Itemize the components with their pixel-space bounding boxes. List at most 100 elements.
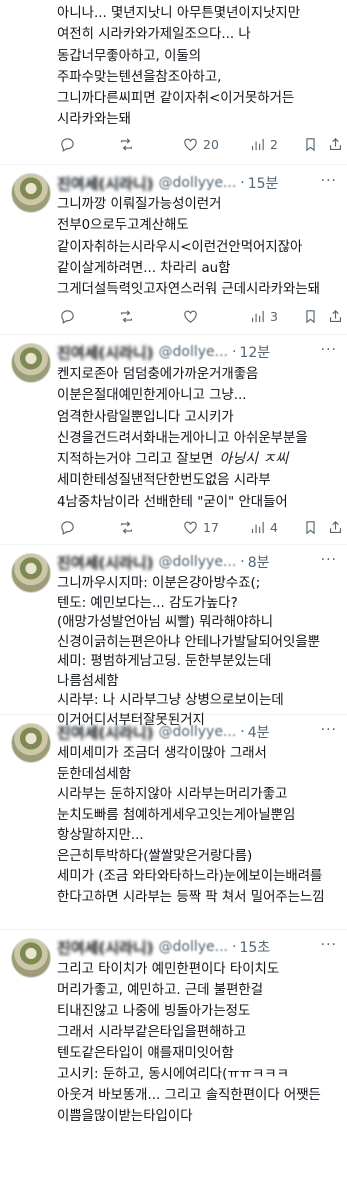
tweet-line: 엄격한사람일뿐입니다 고시키가 bbox=[57, 409, 234, 425]
tweet-line: 둔한데섬세함 bbox=[57, 766, 131, 782]
more-options-icon[interactable]: ··· bbox=[321, 937, 337, 953]
reply-button[interactable] bbox=[59, 308, 76, 325]
like-button[interactable]: 20 bbox=[182, 136, 219, 153]
tweet-5[interactable]: 진여세(시라니) @dollye... · 15초 ··· 그리고 타이치가 예… bbox=[0, 930, 347, 1200]
more-options-icon[interactable]: ··· bbox=[321, 342, 337, 358]
retweet-icon bbox=[120, 520, 133, 534]
bookmark-button[interactable] bbox=[302, 519, 319, 536]
tweet-line: 그니까다른씨피면 같이자취<이거못하거든 bbox=[57, 91, 295, 107]
tweet-line: 켄지로존아 덤덤충에가까운거개좋음 bbox=[57, 367, 259, 382]
tweet-line: 지적하는거야 그리고 잘보면 bbox=[57, 452, 214, 468]
avatar[interactable] bbox=[11, 723, 51, 763]
views-button[interactable]: 2 bbox=[249, 136, 278, 153]
avatar[interactable] bbox=[11, 173, 51, 213]
share-icon bbox=[329, 137, 342, 150]
like-count: 20 bbox=[203, 136, 219, 152]
reply-button[interactable] bbox=[59, 519, 76, 536]
timestamp[interactable]: 15초 bbox=[239, 937, 270, 957]
share-button[interactable] bbox=[327, 308, 344, 325]
timestamp[interactable]: 8분 bbox=[248, 552, 270, 572]
author-name[interactable]: 진여세(시라니) bbox=[57, 722, 154, 743]
reply-icon bbox=[61, 520, 74, 535]
tweet-3[interactable]: 진여세(시라니) @dollyye... · 8분 ··· 그니까우시지마: 이… bbox=[0, 545, 347, 728]
reply-icon bbox=[61, 309, 74, 324]
tweet-line: 세미세미가 조금더 생각이많아 그래서 bbox=[57, 746, 267, 761]
tweet-text: 그리고 타이치가 예민한편이다 타이치도 머리가좋고, 예민하고. 근데 불편한… bbox=[57, 959, 341, 1127]
heart-icon bbox=[184, 310, 197, 323]
bookmark-button[interactable] bbox=[302, 308, 319, 325]
tweet-line: 눈치도빠름 첨예하게세우고잇는게아닐뿐임 bbox=[57, 807, 296, 823]
retweet-icon bbox=[120, 137, 133, 151]
tweet-4[interactable]: 진여세(시라니) @dollyye... · 4분 ··· 세미세미가 조금더 … bbox=[0, 715, 347, 930]
tweet-line: 아웃겨 바보똥개... 그리고 솔직한편이다 어쨋든 bbox=[57, 1088, 321, 1103]
reply-button[interactable] bbox=[59, 136, 76, 153]
separator-dot: · bbox=[240, 724, 245, 740]
tweet-line: (애망가성발언아님 씨빨) 뭐라해야하니 bbox=[57, 615, 274, 630]
views-icon bbox=[251, 138, 264, 150]
retweet-button[interactable] bbox=[118, 136, 135, 153]
avatar[interactable] bbox=[11, 938, 51, 978]
retweet-button[interactable] bbox=[118, 308, 135, 325]
tweet-text: 그니까우시지마: 이분은걍아방수죠(; 텐도: 예민보다는... 감도가높다? … bbox=[57, 574, 341, 730]
timestamp[interactable]: 12분 bbox=[239, 342, 270, 362]
tweet-text: 켄지로존아 덤덤충에가까운거개좋음 이분은절대예민한게아니고 그냥... 엄격한… bbox=[57, 364, 341, 513]
views-button[interactable]: 3 bbox=[249, 308, 278, 325]
separator-dot: · bbox=[240, 554, 245, 570]
author-name[interactable]: 진여세(시라니) bbox=[57, 173, 154, 194]
retweet-icon bbox=[120, 309, 133, 323]
timestamp[interactable]: 15분 bbox=[248, 173, 279, 193]
more-options-icon[interactable]: ··· bbox=[321, 722, 337, 738]
tweet-line: 티내진않고 나중에 빙돌아가는정도 bbox=[57, 1004, 251, 1019]
author-handle: @dollyye... bbox=[158, 554, 237, 570]
views-icon bbox=[251, 521, 264, 533]
separator-dot: · bbox=[240, 175, 245, 191]
tweet-actions: 20 2 bbox=[50, 133, 342, 155]
author-name[interactable]: 진여세(시라니) bbox=[57, 937, 154, 958]
tweet-line: 세미가 (조금 와타와타하느라)눈에보이는배려를 bbox=[57, 869, 323, 884]
bookmark-icon bbox=[306, 309, 315, 323]
tweet-line: 그니까깡 이뤄질가능성이런거 bbox=[57, 197, 222, 212]
author-handle: @dollye... bbox=[158, 344, 228, 360]
tweet-line: 한다고하면 시라부는 등짝 팍 쳐서 밀어주는느낌 bbox=[57, 889, 325, 905]
tweet-line: 그리고 타이치가 예민한편이다 타이치도 bbox=[57, 962, 280, 977]
separator-dot: · bbox=[232, 344, 237, 360]
avatar[interactable] bbox=[11, 343, 51, 383]
timestamp[interactable]: 4분 bbox=[248, 722, 270, 742]
like-count: 17 bbox=[203, 519, 219, 535]
tweet-2[interactable]: 진여세(시라니) @dollye... · 12분 ··· 켄지로존아 덤덤충에… bbox=[0, 335, 347, 545]
avatar[interactable] bbox=[11, 553, 51, 593]
tweet-text: 아니나... 몇년지낫니 아무튼몇년이지낫지만 여전히 시라카와가제일조으다..… bbox=[57, 3, 341, 131]
views-button[interactable]: 4 bbox=[249, 519, 278, 536]
tweet-0[interactable]: 아니나... 몇년지낫니 아무튼몇년이지낫지만 여전히 시라카와가제일조으다..… bbox=[0, 0, 347, 165]
tweet-line: 같이살게하려면... 차라리 au함 bbox=[57, 260, 231, 276]
tweet-line: 신경을건드려서화내는게아니고 아쉬운부분을 bbox=[57, 430, 308, 446]
like-button[interactable] bbox=[182, 308, 199, 325]
share-button[interactable] bbox=[327, 136, 344, 153]
more-options-icon[interactable]: ··· bbox=[321, 173, 337, 189]
tweet-line: 동갑너무좋아하고, 이둘의 bbox=[57, 48, 202, 64]
share-button[interactable] bbox=[327, 519, 344, 536]
retweet-button[interactable] bbox=[118, 519, 135, 536]
tweet-line: 고시키: 둔하고, 동시에여리다(ㅠㅠㅋㅋㅋ bbox=[57, 1067, 289, 1082]
tweet-line: 여전히 시라카와가제일조으다... 나 bbox=[57, 27, 251, 43]
more-options-icon[interactable]: ··· bbox=[321, 552, 337, 568]
author-name[interactable]: 진여세(시라니) bbox=[57, 552, 154, 573]
like-button[interactable]: 17 bbox=[182, 519, 219, 536]
tweet-line: 은근히투박하다(쌀쌀맞은거랑다름) bbox=[57, 848, 253, 864]
tweet-line: 시라부: 나 시라부그냥 상병으로보이는데 bbox=[57, 693, 284, 708]
tweet-line: 그게더설득력잇고자연스러워 근데시라카와는돼 bbox=[57, 282, 320, 298]
tweet-line: 아니나... 몇년지낫니 아무튼몇년이지낫지만 bbox=[57, 6, 301, 21]
author-handle: @dollyye... bbox=[158, 175, 237, 191]
tweet-line: 전부0으로두고계산해도 bbox=[57, 218, 189, 234]
bookmark-icon bbox=[306, 520, 315, 534]
tweet-line: 머리가좋고, 예민하고. 근데 불편한걸 bbox=[57, 983, 264, 998]
views-count: 2 bbox=[270, 136, 278, 152]
bookmark-button[interactable] bbox=[302, 136, 319, 153]
tweet-line: 그래서 시라부같은타입을편해하고 bbox=[57, 1025, 247, 1040]
tweet-1[interactable]: 진여세(시라니) @dollyye... · 15분 ··· 그니까깡 이뤄질가… bbox=[0, 165, 347, 335]
tweet-line: 세미: 평범하게남고딩. 둔한부분있는데 bbox=[57, 654, 272, 669]
tweet-line: 시라부는 둔하지않아 시라부는머리가좋고 bbox=[57, 787, 288, 802]
tweet-line: 이쁨을많이받는타입이다 bbox=[57, 1109, 193, 1124]
views-count: 3 bbox=[270, 308, 278, 324]
author-name[interactable]: 진여세(시라니) bbox=[57, 342, 154, 363]
